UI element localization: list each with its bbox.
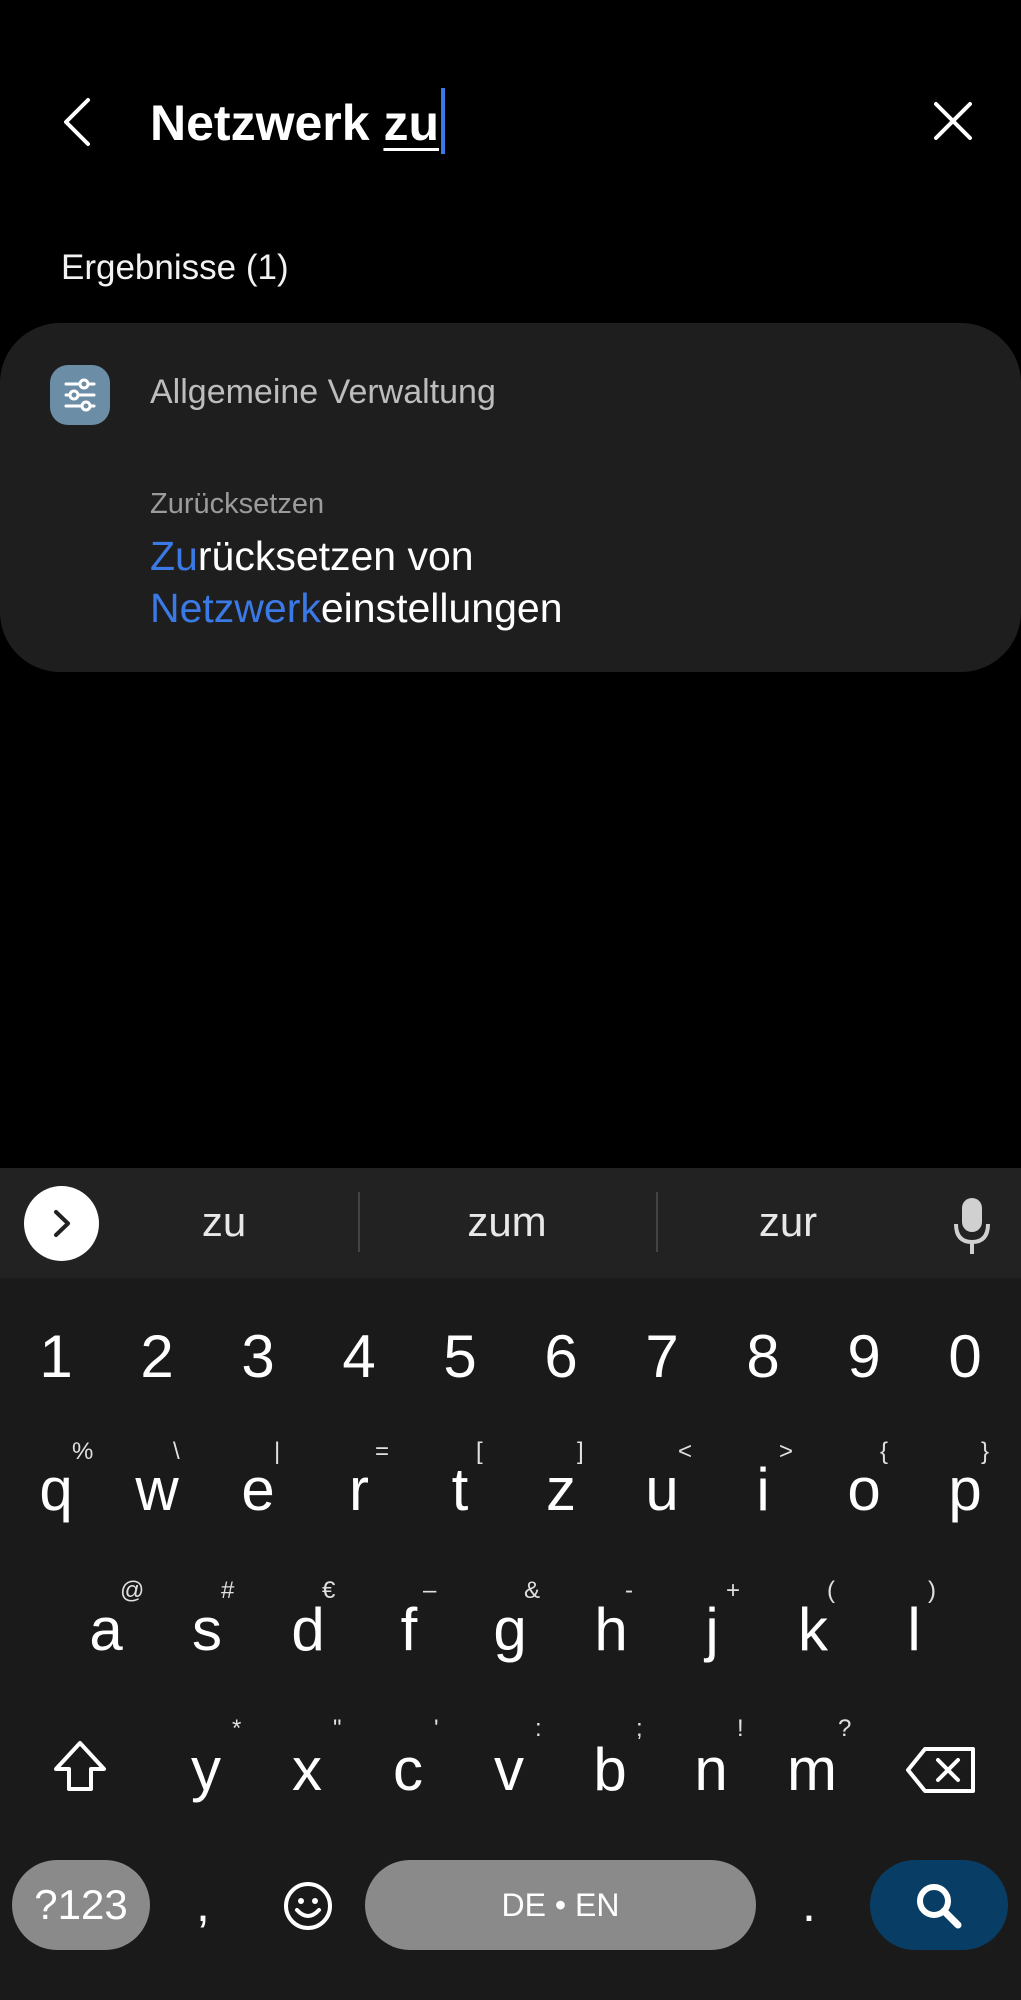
comma-key[interactable]: , <box>196 1875 210 1933</box>
key-x[interactable]: x <box>259 1735 355 1804</box>
key-5[interactable]: 5 <box>412 1322 508 1391</box>
key-w[interactable]: w <box>109 1455 205 1524</box>
key-4[interactable]: 4 <box>311 1322 407 1391</box>
key-f[interactable]: f <box>361 1595 457 1664</box>
key-hint: } <box>981 1438 990 1465</box>
result-category: Allgemeine Verwaltung <box>150 373 496 411</box>
key-7[interactable]: 7 <box>614 1322 710 1391</box>
key-hint: – <box>423 1577 437 1604</box>
result-subcategory: Zurücksetzen <box>150 488 325 520</box>
key-hint: ! <box>737 1715 744 1742</box>
key-u[interactable]: u <box>614 1455 710 1524</box>
key-hint: ; <box>636 1715 643 1742</box>
key-p[interactable]: p <box>917 1455 1013 1524</box>
results-count-label: Ergebnisse (1) <box>61 248 289 287</box>
key-1[interactable]: 1 <box>8 1322 104 1391</box>
key-hint: # <box>221 1577 235 1604</box>
suggestion-divider <box>358 1192 360 1252</box>
key-hint: € <box>322 1577 336 1604</box>
key-g[interactable]: g <box>462 1595 558 1664</box>
key-c[interactable]: c <box>360 1735 456 1804</box>
result-title-highlight: Netzwerk <box>150 585 321 631</box>
key-hint: = <box>375 1438 390 1465</box>
key-k[interactable]: k <box>765 1595 861 1664</box>
key-hint: ( <box>827 1577 835 1604</box>
key-m[interactable]: m <box>764 1735 860 1804</box>
key-y[interactable]: y <box>158 1735 254 1804</box>
key-hint: ' <box>434 1715 439 1742</box>
key-hint: > <box>779 1438 794 1465</box>
key-8[interactable]: 8 <box>715 1322 811 1391</box>
key-a[interactable]: a <box>58 1595 154 1664</box>
key-j[interactable]: j <box>664 1595 760 1664</box>
shift-icon[interactable] <box>50 1737 110 1797</box>
key-h[interactable]: h <box>563 1595 659 1664</box>
key-hint: ? <box>838 1715 852 1742</box>
sliders-icon <box>50 365 110 425</box>
key-r[interactable]: r <box>311 1455 407 1524</box>
key-hint: @ <box>120 1577 145 1604</box>
key-hint: : <box>535 1715 542 1742</box>
result-title-highlight: Zu <box>150 533 198 579</box>
key-hint: - <box>625 1577 633 1604</box>
space-key[interactable]: DE • EN <box>365 1860 756 1950</box>
key-hint: { <box>880 1438 889 1465</box>
microphone-icon[interactable] <box>950 1196 994 1256</box>
text-caret <box>440 88 445 154</box>
suggestion-item[interactable]: zu <box>94 1198 354 1246</box>
symbols-key[interactable]: ?123 <box>12 1860 150 1950</box>
search-input[interactable]: Netzwerk zu <box>150 88 445 154</box>
key-hint: [ <box>476 1438 483 1465</box>
key-hint: ] <box>577 1438 584 1465</box>
period-key[interactable]: . <box>802 1875 816 1933</box>
key-6[interactable]: 6 <box>513 1322 609 1391</box>
chevron-right-icon[interactable] <box>24 1186 99 1261</box>
key-hint: + <box>726 1577 741 1604</box>
key-hint: " <box>333 1715 342 1742</box>
search-key[interactable] <box>870 1860 1008 1950</box>
key-s[interactable]: s <box>159 1595 255 1664</box>
key-v[interactable]: v <box>461 1735 557 1804</box>
result-title: Zurücksetzen von Netzwerkeinstellungen <box>150 530 910 634</box>
back-arrow-icon[interactable] <box>52 92 102 152</box>
key-hint: * <box>232 1715 242 1742</box>
key-o[interactable]: o <box>816 1455 912 1524</box>
close-icon[interactable] <box>928 96 978 146</box>
key-l[interactable]: l <box>866 1595 962 1664</box>
key-i[interactable]: i <box>715 1455 811 1524</box>
key-b[interactable]: b <box>562 1735 658 1804</box>
key-hint: \ <box>173 1438 180 1465</box>
search-query-text: Netzwerk <box>150 95 384 151</box>
key-3[interactable]: 3 <box>210 1322 306 1391</box>
key-t[interactable]: t <box>412 1455 508 1524</box>
suggestion-item[interactable]: zur <box>658 1198 918 1246</box>
result-title-text: rücksetzen von <box>197 533 474 579</box>
suggestion-item[interactable]: zum <box>377 1198 637 1246</box>
key-2[interactable]: 2 <box>109 1322 205 1391</box>
key-hint: & <box>524 1577 541 1604</box>
key-e[interactable]: e <box>210 1455 306 1524</box>
search-query-typed: zu <box>383 95 439 151</box>
key-hint: < <box>678 1438 693 1465</box>
key-hint: | <box>274 1438 281 1465</box>
key-0[interactable]: 0 <box>917 1322 1013 1391</box>
result-title-text: einstellungen <box>320 585 563 631</box>
key-n[interactable]: n <box>663 1735 759 1804</box>
key-hint: ) <box>928 1577 936 1604</box>
key-d[interactable]: d <box>260 1595 356 1664</box>
key-9[interactable]: 9 <box>816 1322 912 1391</box>
emoji-icon[interactable] <box>282 1880 334 1932</box>
key-z[interactable]: z <box>513 1455 609 1524</box>
key-hint: % <box>72 1438 94 1465</box>
backspace-icon[interactable] <box>905 1745 977 1795</box>
